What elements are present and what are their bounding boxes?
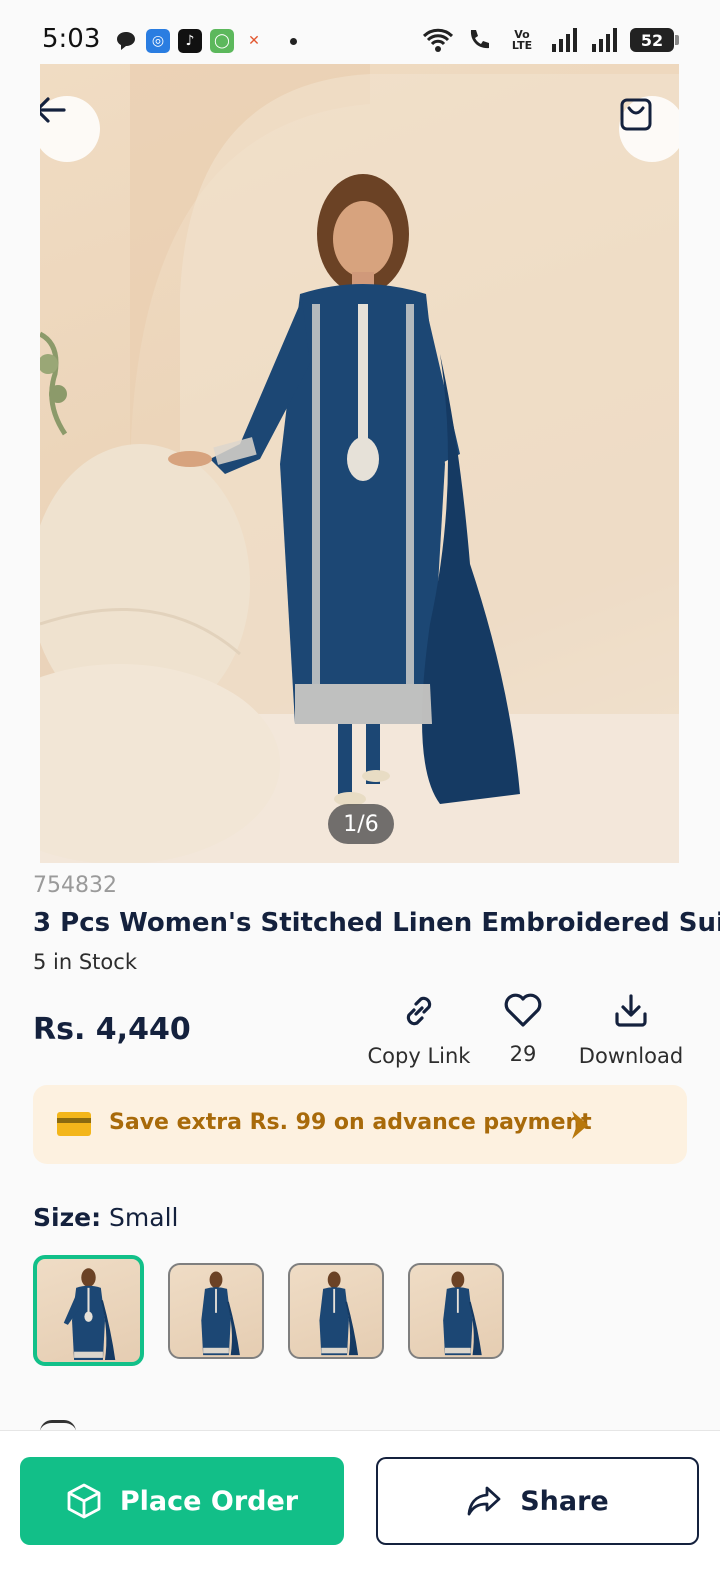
- signal-icon-2: [592, 28, 617, 52]
- product-title: 3 Pcs Women's Stitched Linen Embroidered…: [33, 908, 720, 938]
- box-icon: [67, 1483, 101, 1519]
- advance-payment-banner[interactable]: Save extra Rs. 99 on advance payment: [33, 1085, 687, 1164]
- wifi-icon: [422, 28, 454, 52]
- app-green-icon: ◯: [210, 29, 234, 53]
- product-image[interactable]: 1/6: [40, 64, 679, 863]
- arrow-left-icon: [40, 97, 66, 123]
- thumbnail-image: [201, 1271, 240, 1356]
- call-icon: [470, 30, 489, 49]
- download-label: Download: [578, 1044, 684, 1068]
- thumbnail-2[interactable]: [168, 1263, 264, 1359]
- volte-label: Vo LTE: [511, 28, 533, 52]
- thumbnail-image: [319, 1271, 359, 1356]
- like-button[interactable]: 29: [498, 992, 548, 1066]
- bottom-action-bar: Place Order Share: [0, 1430, 720, 1570]
- thumbnail-image: [443, 1271, 482, 1356]
- image-counter: 1/6: [328, 804, 394, 844]
- size-label: Size:: [33, 1203, 102, 1232]
- notification-icons: ◎ ♪ ◯ ✕: [114, 29, 297, 53]
- cart-button[interactable]: [619, 96, 679, 162]
- product-sku: 754832: [33, 873, 117, 898]
- product-photo: [40, 64, 679, 863]
- download-button[interactable]: Download: [574, 992, 688, 1068]
- place-order-label: Place Order: [119, 1485, 299, 1517]
- thumbnail-3[interactable]: [288, 1263, 384, 1359]
- link-icon: [406, 996, 432, 1026]
- download-icon: [615, 994, 647, 1027]
- shopping-bag-icon: [620, 98, 652, 131]
- chat-bubble-icon: [117, 32, 135, 50]
- status-time: 5:03: [42, 24, 101, 54]
- system-icons: Vo LTE 52: [422, 27, 679, 53]
- place-order-button[interactable]: Place Order: [20, 1457, 344, 1545]
- likes-count: 29: [509, 1042, 537, 1066]
- credit-card-icon: [57, 1112, 91, 1136]
- promo-text: Save extra Rs. 99 on advance payment: [109, 1110, 592, 1135]
- share-button[interactable]: Share: [376, 1457, 699, 1545]
- app-blue-icon: ◎: [146, 29, 170, 53]
- game-icon: ✕: [248, 33, 260, 49]
- heart-icon: [504, 993, 542, 1027]
- battery-icon: 52: [630, 28, 679, 52]
- stock-status: 5 in Stock: [33, 950, 137, 974]
- product-price: Rs. 4,440: [33, 1012, 191, 1047]
- tiktok-icon: ♪: [178, 29, 202, 53]
- more-notifications-dot: [290, 37, 297, 45]
- share-icon: [467, 1486, 501, 1516]
- copy-link-label: Copy Link: [367, 1044, 471, 1068]
- chevron-right-icon: [572, 1111, 588, 1139]
- share-label: Share: [520, 1485, 609, 1517]
- size-selector-label: Size: Small: [33, 1203, 178, 1232]
- thumbnail-4[interactable]: [408, 1263, 504, 1359]
- status-bar: 5:03 ◎ ♪ ◯ ✕ Vo LTE 52: [0, 0, 720, 64]
- copy-link-button[interactable]: Copy Link: [366, 992, 472, 1068]
- size-value: Small: [109, 1203, 179, 1232]
- thumbnail-1[interactable]: [33, 1255, 144, 1366]
- signal-icon: [552, 28, 577, 52]
- thumbnail-image: [63, 1268, 116, 1360]
